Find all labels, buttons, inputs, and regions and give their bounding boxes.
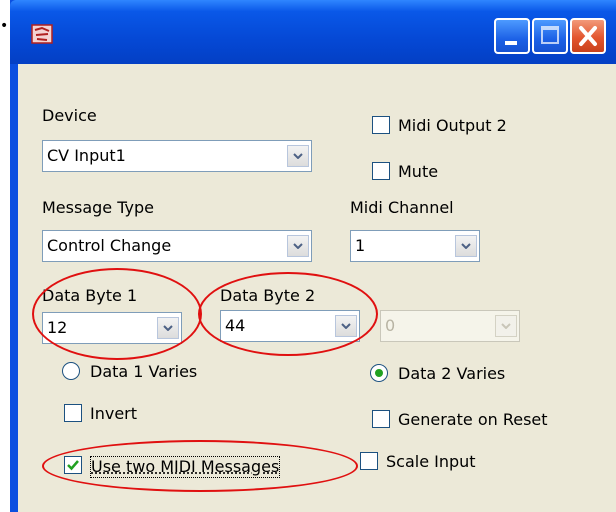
close-icon bbox=[579, 26, 597, 46]
scale-input-checkbox[interactable] bbox=[360, 452, 378, 470]
invert-checkbox[interactable] bbox=[64, 404, 82, 422]
data-byte-3-combo: 0 bbox=[380, 310, 520, 342]
chevron-down-icon bbox=[341, 323, 351, 329]
radio-selected-dot bbox=[375, 369, 383, 377]
midi-channel-combo[interactable]: 1 bbox=[350, 230, 480, 262]
data-byte-1-value: 12 bbox=[47, 318, 68, 337]
data-2-varies-radio[interactable] bbox=[370, 364, 388, 382]
data-byte-3-dropdown-button bbox=[495, 315, 517, 337]
data-1-varies-label: Data 1 Varies bbox=[90, 362, 198, 381]
chevron-down-icon bbox=[293, 153, 303, 159]
chevron-down-icon bbox=[461, 243, 471, 249]
message-type-dropdown-button[interactable] bbox=[287, 235, 309, 257]
data-2-varies-label: Data 2 Varies bbox=[398, 364, 506, 383]
data-1-varies-radio[interactable] bbox=[62, 362, 80, 380]
mute-checkbox[interactable] bbox=[372, 162, 390, 180]
device-combo[interactable]: CV Input1 bbox=[42, 140, 312, 172]
close-button[interactable] bbox=[570, 18, 606, 54]
midi-channel-value: 1 bbox=[355, 236, 366, 255]
generate-on-reset-checkbox[interactable] bbox=[372, 410, 390, 428]
scale-input-label: Scale Input bbox=[386, 452, 476, 471]
use-two-midi-messages-label: Use two MIDI Messages bbox=[90, 456, 281, 478]
app-icon bbox=[31, 24, 53, 44]
data-byte-3-value: 0 bbox=[385, 316, 396, 335]
background-edge: • bbox=[0, 0, 10, 512]
check-icon bbox=[67, 460, 79, 471]
mute-label: Mute bbox=[398, 162, 439, 181]
device-dropdown-button[interactable] bbox=[287, 145, 309, 167]
invert-label: Invert bbox=[90, 404, 138, 423]
data-byte-1-combo[interactable]: 12 bbox=[42, 312, 182, 344]
data-byte-2-dropdown-button[interactable] bbox=[335, 315, 357, 337]
chevron-down-icon bbox=[501, 323, 511, 329]
data-byte-2-value: 44 bbox=[225, 316, 246, 335]
chevron-down-icon bbox=[163, 325, 173, 331]
midi-channel-dropdown-button[interactable] bbox=[455, 235, 477, 257]
message-type-combo[interactable]: Control Change bbox=[42, 230, 312, 262]
maximize-button[interactable] bbox=[532, 18, 568, 54]
minimize-icon bbox=[505, 41, 517, 45]
device-label: Device bbox=[42, 106, 97, 125]
midi-output-2-label: Midi Output 2 bbox=[398, 116, 507, 135]
dialog-client-area: Device CV Input1 Midi Output 2 Mute Mess… bbox=[18, 64, 616, 512]
device-value: CV Input1 bbox=[47, 146, 126, 165]
chevron-down-icon bbox=[293, 243, 303, 249]
generate-on-reset-label: Generate on Reset bbox=[398, 410, 548, 429]
data-byte-1-dropdown-button[interactable] bbox=[157, 317, 179, 339]
use-two-midi-messages-checkbox[interactable] bbox=[64, 456, 82, 474]
data-byte-2-label: Data Byte 2 bbox=[220, 286, 316, 305]
message-type-label: Message Type bbox=[42, 198, 154, 217]
midi-output-2-checkbox[interactable] bbox=[372, 116, 390, 134]
maximize-icon bbox=[541, 26, 559, 44]
data-byte-2-combo[interactable]: 44 bbox=[220, 310, 360, 342]
message-type-value: Control Change bbox=[47, 236, 172, 255]
minimize-button[interactable] bbox=[494, 18, 530, 54]
midi-channel-label: Midi Channel bbox=[350, 198, 454, 217]
edge-fragment-icon: • bbox=[0, 18, 9, 34]
dialog-window: Device CV Input1 Midi Output 2 Mute Mess… bbox=[10, 0, 616, 512]
data-byte-1-label: Data Byte 1 bbox=[42, 286, 138, 305]
title-bar[interactable] bbox=[10, 0, 616, 64]
